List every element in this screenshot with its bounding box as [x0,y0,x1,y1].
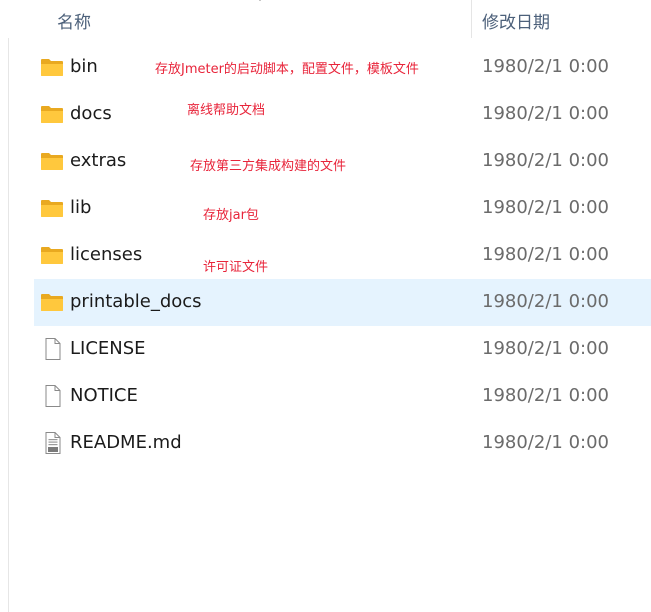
list-item-lib[interactable]: lib 1980/2/1 0:00 [34,185,651,232]
file-name: LICENSE [70,338,146,359]
file-date: 1980/2/1 0:00 [482,291,609,312]
column-header-date[interactable]: 修改日期 [482,8,550,33]
file-name: licenses [70,244,143,265]
file-name: lib [70,197,92,218]
list-item-licenses[interactable]: licenses 1980/2/1 0:00 [34,232,651,279]
folder-icon [41,200,63,217]
file-date: 1980/2/1 0:00 [482,338,609,359]
list-item-notice[interactable]: NOTICE 1980/2/1 0:00 [34,373,651,420]
file-icon [45,338,61,360]
folder-icon [41,106,63,123]
file-name: extras [70,150,127,171]
file-name: printable_docs [70,291,202,312]
sort-caret-icon [259,0,261,1]
annotation-extras: 存放第三方集成构建的文件 [190,159,347,174]
list-item-printable-docs[interactable]: printable_docs 1980/2/1 0:00 [34,279,651,326]
file-date: 1980/2/1 0:00 [482,197,609,218]
file-date: 1980/2/1 0:00 [482,244,609,265]
file-list: bin 1980/2/1 0:00 docs 1980/2/1 0:00 ext… [0,44,651,467]
annotation-lib: 存放jar包 [203,208,259,223]
markdown-file-icon [45,432,61,454]
column-header-bar: 名称 修改日期 [0,0,651,38]
column-divider[interactable] [471,0,472,38]
file-date: 1980/2/1 0:00 [482,56,609,77]
file-name: README.md [70,432,182,453]
file-date: 1980/2/1 0:00 [482,432,609,453]
folder-icon [41,153,63,170]
folder-icon [41,294,63,311]
file-name: NOTICE [70,385,138,406]
column-header-name[interactable]: 名称 [57,8,91,33]
file-name: docs [70,103,112,124]
annotation-bin: 存放Jmeter的启动脚本，配置文件，模板文件 [155,62,419,77]
list-item-docs[interactable]: docs 1980/2/1 0:00 [34,91,651,138]
file-explorer: 名称 修改日期 bin 1980/2/1 0:00 docs 1980/2/1 … [0,0,651,612]
file-date: 1980/2/1 0:00 [482,385,609,406]
file-date: 1980/2/1 0:00 [482,103,609,124]
file-icon [45,385,61,407]
list-item-license[interactable]: LICENSE 1980/2/1 0:00 [34,326,651,373]
annotation-licenses: 许可证文件 [203,260,269,275]
folder-icon [41,59,63,76]
file-name: bin [70,56,98,77]
folder-icon [41,247,63,264]
annotation-docs: 离线帮助文档 [187,103,266,118]
file-date: 1980/2/1 0:00 [482,150,609,171]
list-item-readme[interactable]: README.md 1980/2/1 0:00 [34,420,651,467]
